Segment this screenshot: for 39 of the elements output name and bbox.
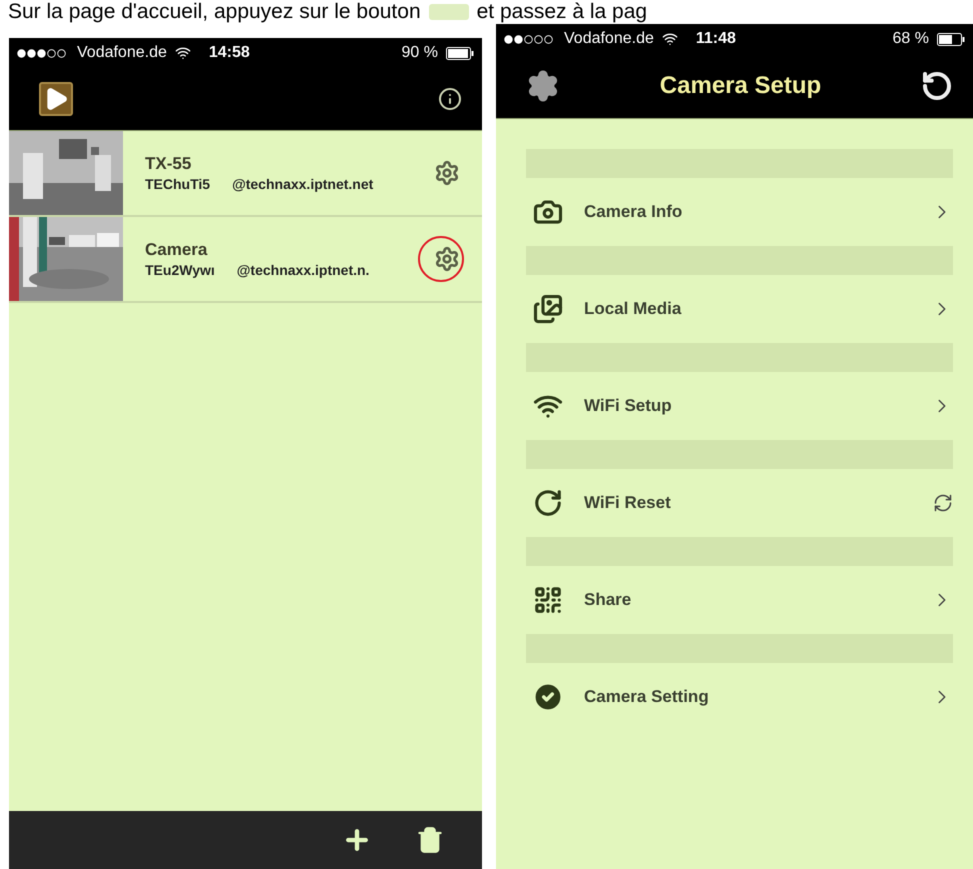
- instruction-text: Sur la page d'accueil, appuyez sur le bouton: [8, 0, 421, 24]
- wifi-reset-icon: [533, 488, 563, 518]
- menu-item[interactable]: Share: [526, 566, 953, 634]
- menu-item[interactable]: Local Media: [526, 275, 953, 343]
- refresh-icon[interactable]: [921, 70, 953, 102]
- info-icon[interactable]: [438, 87, 462, 111]
- carrier-name: Vodafone.de: [564, 30, 654, 48]
- settings-icon[interactable]: [526, 69, 560, 103]
- screen-title: Camera Setup: [658, 72, 822, 100]
- app-button-icon: [428, 4, 469, 20]
- camera-domain: @technaxx.iptnet.net: [232, 176, 374, 192]
- camera-name: TX-55: [145, 154, 192, 174]
- trash-icon[interactable]: [416, 826, 444, 854]
- carrier-name: Vodafone.de: [77, 44, 167, 62]
- camera-name: Camera: [145, 240, 208, 260]
- camera-domain: @technaxx.iptnet.n.: [236, 262, 370, 278]
- refresh-icon: [933, 493, 953, 513]
- wifi-icon: [662, 31, 678, 47]
- wifi-icon: [174, 45, 191, 61]
- play-icon[interactable]: [39, 82, 73, 116]
- images-icon: [533, 294, 563, 324]
- camera-row[interactable]: Camera TEu2Wywı @technaxx.iptnet.n.: [9, 217, 482, 303]
- battery-percent: 68 %: [892, 30, 929, 48]
- menu-item[interactable]: WiFi Setup: [526, 372, 953, 440]
- qr-code-icon: [533, 585, 563, 615]
- battery-icon: [446, 46, 474, 60]
- camera-uid: TEChuTi5: [145, 176, 210, 192]
- menu-item[interactable]: WiFi Reset: [526, 469, 953, 537]
- menu-item[interactable]: Camera Setting: [526, 663, 953, 731]
- camera-uid: TEu2Wywı: [145, 262, 215, 278]
- settings-icon[interactable]: [434, 160, 460, 186]
- battery-icon: [937, 32, 965, 46]
- menu-item[interactable]: Camera Info: [526, 178, 953, 246]
- camera-row[interactable]: TX-55 TEChuTi5 @technaxx.iptnet.net: [9, 131, 482, 217]
- clock-time: 11:48: [696, 30, 736, 48]
- settings-icon[interactable]: [434, 246, 460, 272]
- instruction-text: et passez à la pag: [476, 0, 648, 24]
- battery-percent: 90 %: [402, 44, 438, 62]
- clock-time: 14:58: [208, 44, 250, 62]
